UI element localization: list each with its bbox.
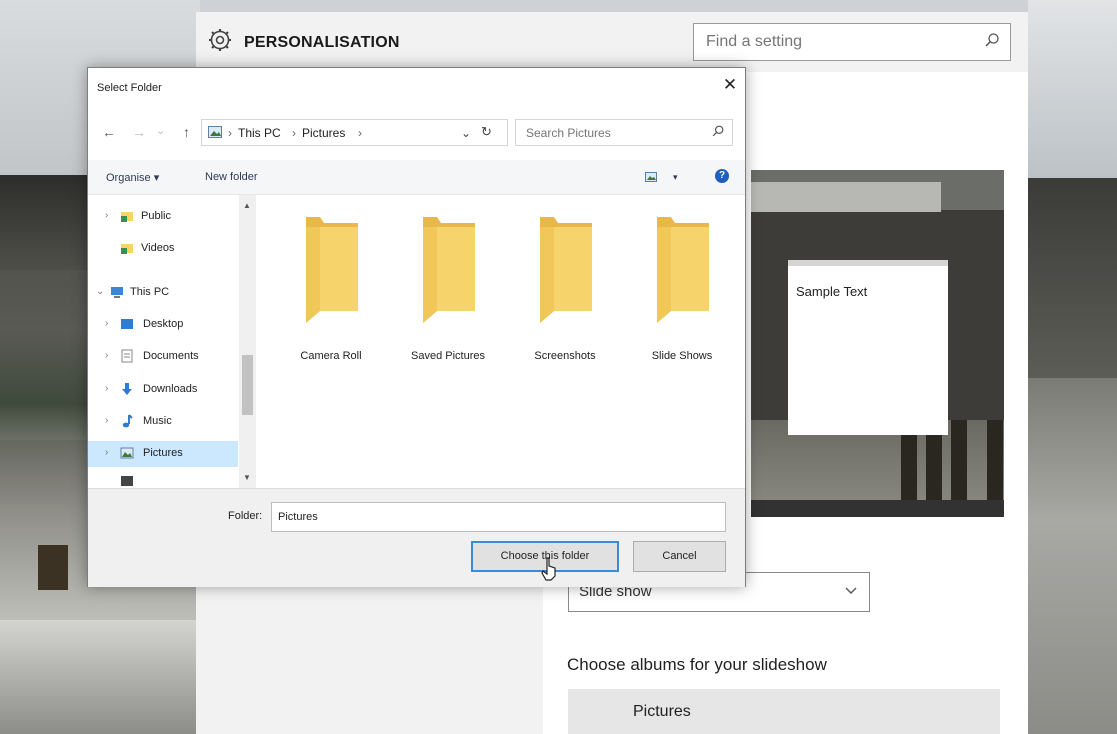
new-folder-button[interactable]: New folder <box>205 171 258 183</box>
tree-item-label: Desktop <box>143 318 184 330</box>
tree-item-label: Documents <box>143 350 199 362</box>
wallpaper-post <box>38 545 68 590</box>
pictures-location-icon <box>208 126 222 138</box>
folder-label: Screenshots <box>534 350 596 362</box>
folder-label: Saved Pictures <box>411 350 485 362</box>
address-bar[interactable]: › This PC › Pictures › ⌄ ↻ <box>201 119 508 146</box>
search-pictures-box[interactable] <box>515 119 733 146</box>
preview-sample-window: Sample Text <box>788 260 948 435</box>
help-icon[interactable]: ? <box>715 169 729 183</box>
find-setting-box[interactable] <box>693 23 1011 61</box>
scrollbar-thumb[interactable] <box>242 355 253 415</box>
public-folder-icon <box>121 212 133 222</box>
navigation-pane: › Public Videos ⌄ This PC › Desktop › Do… <box>88 195 256 488</box>
tree-item-pictures[interactable]: › Pictures <box>88 441 238 467</box>
find-setting-input[interactable] <box>704 32 968 52</box>
tree-item-documents[interactable]: › Documents <box>88 344 238 370</box>
tree-item-label: This PC <box>130 286 170 298</box>
recent-locations-button[interactable]: ⌄ <box>156 124 165 137</box>
folder-name-input[interactable] <box>271 502 726 532</box>
expand-arrow-icon[interactable]: › <box>105 350 108 361</box>
chevron-down-icon <box>845 587 857 594</box>
expand-arrow-icon[interactable]: › <box>105 447 108 458</box>
mouse-cursor-icon <box>541 557 556 581</box>
search-pictures-input[interactable] <box>524 125 698 141</box>
tree-item-label: Public <box>141 210 171 222</box>
tree-item-label: Downloads <box>143 383 198 395</box>
documents-icon <box>121 349 133 363</box>
tree-item-videos[interactable]: Videos <box>88 236 238 262</box>
folder-icon <box>540 217 592 323</box>
preview-sample-text: Sample Text <box>796 284 868 299</box>
forward-button[interactable]: → <box>132 124 146 140</box>
view-options-icon[interactable] <box>645 172 657 182</box>
breadcrumb-this-pc[interactable]: This PC <box>238 126 281 140</box>
album-item-label: Pictures <box>633 703 691 720</box>
wallpaper-sky-right <box>1028 0 1117 178</box>
wallpaper-trees-right <box>1028 178 1117 378</box>
expand-arrow-icon[interactable]: › <box>105 318 108 329</box>
tree-item-partial[interactable] <box>88 471 238 488</box>
album-item-pictures[interactable]: Pictures <box>568 689 1000 734</box>
navigation-scrollbar[interactable]: ▲ ▼ <box>239 195 256 488</box>
albums-label: Choose albums for your slideshow <box>567 655 827 674</box>
expand-arrow-icon[interactable]: › <box>105 415 108 426</box>
tree-item-music[interactable]: › Music <box>88 409 238 435</box>
close-button[interactable]: ✕ <box>718 73 742 97</box>
expand-arrow-icon[interactable]: › <box>105 210 108 221</box>
folder-slide-shows[interactable]: Slide Shows <box>632 213 732 363</box>
expand-arrow-icon[interactable]: › <box>105 383 108 394</box>
gear-icon <box>209 29 231 51</box>
select-folder-dialog: Select Folder ✕ ← → ⌄ ↑ › This PC › Pict… <box>87 67 746 587</box>
dialog-bottom-bar: Folder: Choose this folder Cancel <box>88 488 745 587</box>
search-icon[interactable] <box>712 125 724 137</box>
tree-item-this-pc[interactable]: ⌄ This PC <box>88 280 238 306</box>
desktop-icon <box>121 319 133 329</box>
folder-icon <box>306 217 358 323</box>
back-button[interactable]: ← <box>102 124 116 140</box>
collapse-arrow-icon[interactable]: ⌄ <box>96 286 104 297</box>
dialog-toolbar: Organise ▾ New folder ▾ ? <box>88 160 745 195</box>
address-dropdown-button[interactable]: ⌄ <box>461 126 471 140</box>
folder-content-area: Camera Roll Saved Pictures Screenshots S… <box>258 195 745 488</box>
settings-header: PERSONALISATION <box>196 12 1028 72</box>
tree-item-desktop[interactable]: › Desktop <box>88 312 238 338</box>
pictures-icon <box>120 447 134 459</box>
tree-item-downloads[interactable]: › Downloads <box>88 377 238 403</box>
folder-label: Camera Roll <box>300 350 362 362</box>
cancel-button[interactable]: Cancel <box>633 541 726 572</box>
tree-item-label: Music <box>143 415 172 427</box>
videos-icon <box>121 476 133 486</box>
folder-field-label: Folder: <box>228 510 263 522</box>
scroll-down-icon[interactable]: ▼ <box>243 473 251 482</box>
folder-screenshots[interactable]: Screenshots <box>515 213 615 363</box>
tree-item-label: Videos <box>141 242 175 254</box>
page-title: PERSONALISATION <box>244 34 400 51</box>
this-pc-icon <box>111 287 123 298</box>
organise-menu[interactable]: Organise ▾ <box>106 171 159 184</box>
videos-folder-icon <box>121 244 133 254</box>
folder-icon <box>423 217 475 323</box>
breadcrumb-pictures[interactable]: Pictures <box>302 126 345 140</box>
music-icon <box>122 414 133 428</box>
search-icon[interactable] <box>984 32 1000 48</box>
folder-camera-roll[interactable]: Camera Roll <box>281 213 381 363</box>
breadcrumb-separator: › <box>358 126 362 140</box>
folder-label: Slide Shows <box>651 350 713 362</box>
dialog-title: Select Folder <box>97 82 162 94</box>
tree-item-public[interactable]: › Public <box>88 204 238 230</box>
view-dropdown-button[interactable]: ▾ <box>673 172 678 183</box>
tree-item-label: Pictures <box>143 447 183 459</box>
wallpaper-shore <box>0 620 200 734</box>
refresh-button[interactable]: ↻ <box>481 124 492 140</box>
up-button[interactable]: ↑ <box>183 124 190 140</box>
wallpaper-water-right <box>1028 378 1117 734</box>
breadcrumb-separator: › <box>228 126 232 140</box>
address-row: ← → ⌄ ↑ › This PC › Pictures › ⌄ ↻ <box>88 116 745 150</box>
scroll-up-icon[interactable]: ▲ <box>243 201 251 210</box>
breadcrumb-separator: › <box>292 126 296 140</box>
downloads-icon <box>122 383 132 395</box>
folder-icon <box>657 217 709 323</box>
folder-saved-pictures[interactable]: Saved Pictures <box>398 213 498 363</box>
